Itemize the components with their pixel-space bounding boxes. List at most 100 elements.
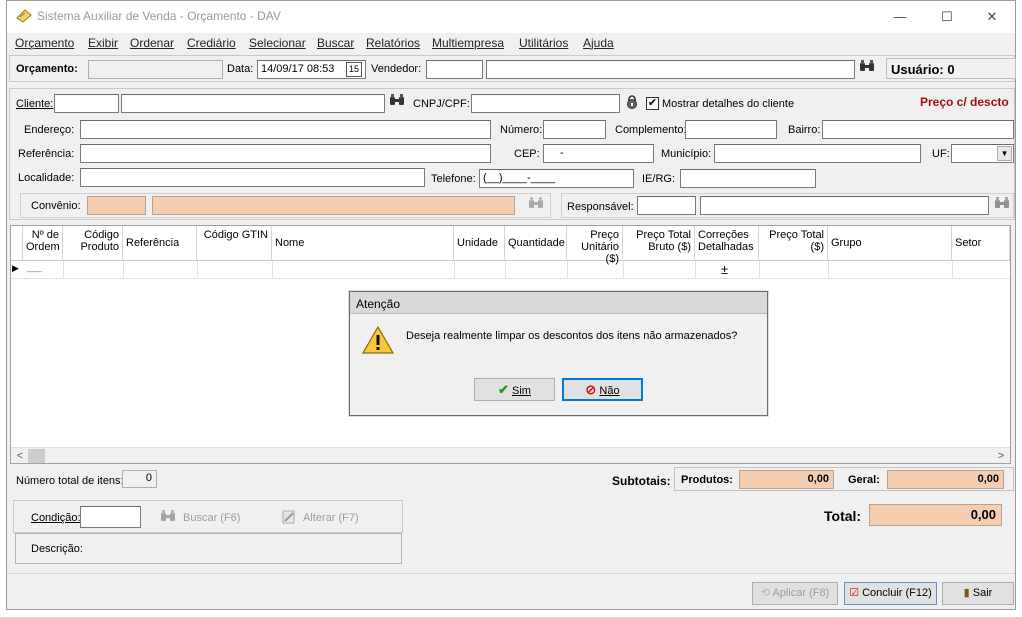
col-nome[interactable]: Nome <box>272 226 454 261</box>
buscar-button[interactable]: Buscar (F6) <box>183 512 240 525</box>
numero-itens-field: 0 <box>122 470 157 488</box>
municipio-field[interactable] <box>714 144 921 163</box>
buscar-binoculars-icon[interactable] <box>159 510 177 526</box>
geral-value: 0,00 <box>977 473 999 485</box>
col-grupo[interactable]: Grupo <box>828 226 952 261</box>
numero-itens-label: Número total de itens: <box>16 475 124 487</box>
concluir-label: Concluir (F12) <box>862 587 932 599</box>
row-divider <box>454 261 455 279</box>
geral-label: Geral: <box>848 474 880 486</box>
lock-icon[interactable] <box>623 95 641 111</box>
sair-button[interactable]: ▮ Sair <box>942 582 1014 605</box>
ierg-field[interactable] <box>680 169 816 188</box>
concluir-button[interactable]: ☑ Concluir (F12) <box>844 582 937 605</box>
search-responsavel-binoculars-icon[interactable] <box>993 197 1011 213</box>
sair-label: Sair <box>972 587 993 599</box>
scroll-thumb[interactable] <box>28 449 45 463</box>
calendar-icon[interactable]: 15 <box>346 62 362 77</box>
subtotais-label: Subtotais: <box>612 474 671 488</box>
aplicar-label: Aplicar (F8) <box>772 587 830 599</box>
vendedor-label: Vendedor: <box>371 63 422 75</box>
convenio-code-field[interactable] <box>87 196 146 215</box>
condicao-label: Condição: <box>31 512 81 524</box>
row-order-cell[interactable]: ___ <box>27 262 42 272</box>
data-value: 14/09/17 08:53 <box>261 63 335 75</box>
search-vendedor-binoculars-icon[interactable] <box>858 60 876 76</box>
row-divider <box>759 261 760 279</box>
col-correcoes-detalhadas[interactable]: Correções Detalhadas <box>695 226 759 261</box>
row-divider <box>952 261 953 279</box>
numero-label: Número: <box>500 124 543 136</box>
cliente-name-field[interactable] <box>121 94 385 113</box>
col-codigo-produto[interactable]: Código Produto <box>63 226 123 261</box>
close-button[interactable]: ✕ <box>969 1 1015 33</box>
search-cliente-binoculars-icon[interactable] <box>388 94 406 110</box>
chevron-down-icon[interactable]: ▼ <box>997 146 1012 161</box>
convenio-label: Convênio: <box>31 200 81 212</box>
col-n-ordem[interactable]: Nº de Ordem <box>23 226 63 261</box>
col-referencia[interactable]: Referência <box>123 226 197 261</box>
localidade-field[interactable] <box>80 168 425 187</box>
responsavel-code-field[interactable] <box>637 196 696 215</box>
numero-field[interactable] <box>543 120 606 139</box>
search-convenio-binoculars-icon[interactable] <box>527 197 545 213</box>
descricao-label: Descrição: <box>31 543 83 555</box>
complemento-field[interactable] <box>685 120 777 139</box>
warning-icon <box>361 325 395 355</box>
condicao-field[interactable] <box>80 506 141 528</box>
aplicar-button[interactable]: ⟲ Aplicar (F8) <box>752 582 838 605</box>
menu-exibir[interactable]: Exibir <box>88 36 118 50</box>
maximize-button[interactable]: ☐ <box>924 1 970 33</box>
convenio-name-field[interactable] <box>152 196 515 215</box>
cliente-label: Cliente: <box>16 98 54 110</box>
col-setor[interactable]: Setor <box>952 226 1010 261</box>
cnpj-field[interactable] <box>471 94 620 113</box>
alterar-button[interactable]: Alterar (F7) <box>303 512 359 525</box>
col-preco-total[interactable]: Preço Total ($) <box>759 226 828 261</box>
col-preco-unitario[interactable]: Preço Unitário ($) <box>567 226 623 265</box>
alterar-icon[interactable] <box>280 509 298 525</box>
vendedor-name-field[interactable] <box>486 60 855 79</box>
horizontal-scrollbar[interactable]: < > <box>11 447 1010 463</box>
uf-select[interactable]: ▼ <box>951 144 1014 163</box>
menu-buscar[interactable]: Buscar <box>317 36 354 50</box>
menu-selecionar[interactable]: Selecionar <box>249 36 306 50</box>
col-quantidade[interactable]: Quantidade <box>505 226 567 261</box>
row-divider <box>505 261 506 279</box>
minimize-button[interactable]: — <box>877 1 923 33</box>
menu-ordenar[interactable]: Ordenar <box>130 36 174 50</box>
vendedor-code-field[interactable] <box>426 60 483 79</box>
referencia-field[interactable] <box>80 144 491 163</box>
sim-button[interactable]: ✔ Sim <box>474 378 555 401</box>
telefone-field[interactable]: (__)____-____ <box>479 169 634 188</box>
usuario-box: Usuário: 0 <box>886 58 1016 79</box>
cep-value: - <box>560 147 564 159</box>
uf-label: UF: <box>932 148 950 160</box>
nao-button[interactable]: ⊘ Não <box>562 378 643 401</box>
col-unidade[interactable]: Unidade <box>454 226 505 261</box>
door-icon: ▮ <box>963 587 973 599</box>
menu-utilitarios[interactable]: Utilitários <box>519 36 568 50</box>
endereco-field[interactable] <box>80 120 491 139</box>
menu-ajuda[interactable]: Ajuda <box>583 36 614 50</box>
orcamento-field <box>88 60 223 79</box>
table-row[interactable]: ▶ ___ ± <box>11 261 1010 279</box>
col-codigo-gtin[interactable]: Código GTIN <box>197 226 272 261</box>
scroll-right-button[interactable]: > <box>994 449 1008 463</box>
cep-field[interactable]: - <box>543 144 654 163</box>
menu-orcamento[interactable]: Orçamento <box>15 36 74 50</box>
scroll-left-button[interactable]: < <box>13 449 27 463</box>
row-divider <box>567 261 568 279</box>
menu-crediario[interactable]: Crediário <box>187 36 236 50</box>
responsavel-name-field[interactable] <box>700 196 989 215</box>
col-preco-total-bruto[interactable]: Preço Total Bruto ($) <box>623 226 695 261</box>
correcoes-detalhadas-icon[interactable]: ± <box>721 262 728 277</box>
cnpj-label: CNPJ/CPF: <box>413 98 470 110</box>
menu-relatorios[interactable]: Relatórios <box>366 36 420 50</box>
mostrar-detalhes-label: Mostrar detalhes do cliente <box>662 98 795 110</box>
cliente-code-field[interactable] <box>54 94 119 113</box>
bairro-field[interactable] <box>822 120 1014 139</box>
mostrar-detalhes-checkbox[interactable]: ✔ <box>646 97 659 110</box>
numero-itens-value: 0 <box>145 472 152 484</box>
menu-multiempresa[interactable]: Multiempresa <box>432 36 504 50</box>
